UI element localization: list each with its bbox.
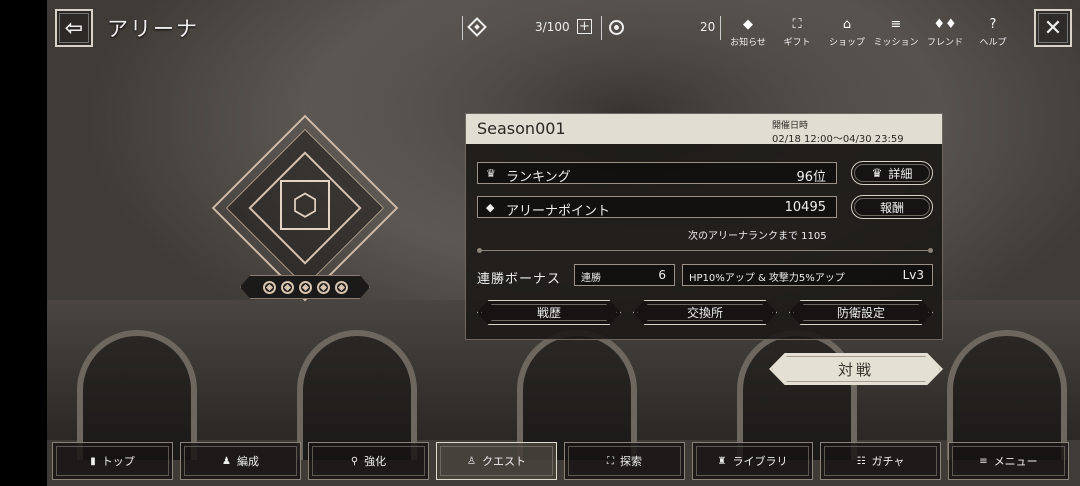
arena-points-value: 10495 [784,200,826,215]
arena-info-panel: Season001 開催日時 02/18 12:00～04/30 23:59 ♛… [465,113,943,340]
nav-quest[interactable]: ♙ クエスト [436,442,557,480]
help-icon: ? [989,16,997,32]
back-button[interactable]: ⇦ [55,9,93,47]
cube-icon: ◆ [486,201,495,214]
gem-icon [280,280,294,294]
exchange-button[interactable]: 交換所 [633,300,777,325]
top-menu-mission[interactable]: ≡ ミッション [870,16,922,49]
battle-button[interactable]: 対戦 [769,353,943,385]
coin-value: 20 [700,20,716,34]
period-value: 02/18 12:00～04/30 23:59 [772,134,904,145]
coin-icon [609,20,624,35]
crown-icon: ♛ [871,166,883,180]
top-menu-shop[interactable]: ⌂ ショップ [821,16,873,49]
nav-library[interactable]: ♜ ライブラリ [692,442,813,480]
bottom-nav: ▮ トップ ♟ 編成 ⚲ 強化 ♙ クエスト ⛶ 探索 ♜ ライブラリ ☷ ガチ… [52,442,1074,480]
bonus-label: 連勝ボーナス [477,272,562,287]
ranking-detail-button[interactable]: ♛ 詳細 [851,161,933,185]
background-arch [947,330,1067,460]
divider [601,16,602,40]
streak-box: 連勝 6 [574,264,675,286]
background-arch [517,330,637,460]
notice-icon: ◆ [743,16,753,32]
nav-enhance[interactable]: ⚲ 強化 [308,442,429,480]
background-arch [77,330,197,460]
library-icon: ♜ [717,455,727,467]
letterbox-left [0,0,47,486]
crown-icon: ♛ [486,167,496,180]
arena-rank-emblem: ⬡ [211,114,399,338]
shop-icon: ⌂ [842,16,852,32]
friend-icon: ♦♦ [933,16,957,32]
gem-icon [298,280,312,294]
add-stamina-button[interactable]: + [577,19,592,34]
next-rank-text: 次のアリーナランクまで 1105 [688,231,827,242]
top-menu-friend[interactable]: ♦♦ フレンド [919,16,971,49]
arena-points-row: ◆ アリーナポイント 10495 [477,196,837,219]
top-menu-gift[interactable]: ⛶ ギフト [771,16,823,49]
season-name: Season001 [477,119,566,138]
ranking-value: 96位 [796,170,826,185]
nav-gacha[interactable]: ☷ ガチャ [820,442,941,480]
enhance-icon: ⚲ [350,455,359,467]
page-title: アリーナ [107,17,199,41]
divider [720,16,721,40]
mission-icon: ≡ [890,16,902,32]
gift-icon: ⛶ [792,16,802,32]
nav-top[interactable]: ▮ トップ [52,442,173,480]
gem-icon [316,280,330,294]
streak-value: 6 [658,268,666,282]
nav-party[interactable]: ♟ 編成 [180,442,301,480]
ranking-row: ♛ ランキング 96位 [477,162,837,185]
nav-menu[interactable]: ≡ メニュー [948,442,1069,480]
home-icon: ▮ [90,455,96,467]
explore-icon: ⛶ [607,455,614,467]
bonus-effect-box: HP10%アップ & 攻撃力5%アップ Lv3 [682,264,933,286]
close-icon: ✕ [1043,15,1063,41]
divider [462,16,463,40]
bonus-level: Lv3 [902,268,924,282]
top-menu-notice[interactable]: ◆ お知らせ [722,16,774,49]
gacha-icon: ☷ [856,455,866,467]
divider [632,16,633,40]
gem-icon [334,280,348,294]
party-icon: ♟ [222,455,231,467]
close-button[interactable]: ✕ [1034,9,1072,47]
top-menu-help[interactable]: ? ヘルプ [967,16,1019,49]
defense-setting-button[interactable]: 防衛設定 [789,300,933,325]
arrow-left-icon: ⇦ [64,15,84,41]
gem-icon [262,280,276,294]
divider [477,248,933,253]
season-header: Season001 開催日時 02/18 12:00～04/30 23:59 [466,114,942,145]
background-arch [737,330,857,460]
stamina-value: 3/100 [535,20,570,34]
background-arch [297,330,417,460]
history-button[interactable]: 戦歴 [477,300,621,325]
menu-icon: ≡ [979,455,988,467]
reward-button[interactable]: 報酬 [851,195,933,219]
cube-icon: ⬡ [280,180,330,230]
rank-stars [240,275,370,299]
quest-icon: ♙ [467,455,476,467]
nav-explore[interactable]: ⛶ 探索 [564,442,685,480]
